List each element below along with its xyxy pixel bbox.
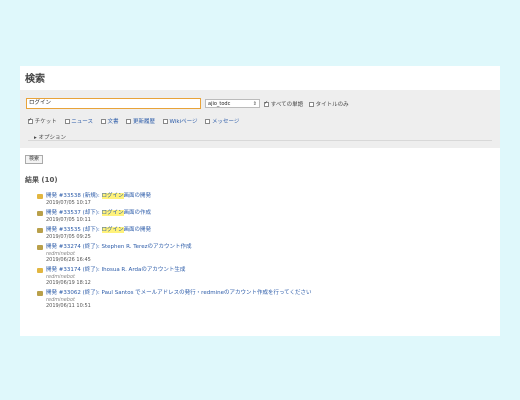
type-label: チケット — [34, 119, 57, 125]
issue-icon — [37, 194, 43, 199]
scope-select-value: ajio_todc — [208, 101, 231, 107]
page-title: 検索 — [25, 74, 45, 85]
result-highlight[interactable]: ログイン — [101, 210, 124, 216]
issue-icon — [37, 268, 43, 273]
result-title[interactable]: 開発 #33537 (却下): — [46, 210, 102, 216]
result-highlight[interactable]: ログイン — [101, 227, 124, 233]
result-date: 2019/07/05 09:25 — [46, 234, 91, 240]
type-label[interactable]: Wikiページ — [170, 119, 198, 125]
select-arrows-icon: ⇕ — [252, 101, 257, 107]
type-checkbox[interactable] — [28, 117, 33, 124]
type-filter-wiki[interactable]: Wikiページ — [162, 119, 198, 125]
result-link[interactable]: 開発 #33538 (新規): ログイン画面の開発 — [46, 193, 492, 200]
result-link[interactable]: 開発 #33174 (終了): Ihosua R. Ardaのアカウント生成 — [46, 267, 492, 274]
result-link[interactable]: 開発 #33537 (却下): ログイン画面の作成 — [46, 210, 492, 217]
all-words-checkbox[interactable] — [264, 100, 269, 107]
results-list: 開発 #33538 (新規): ログイン画面の開発 2019/07/05 10:… — [37, 193, 492, 313]
issue-icon — [37, 228, 43, 233]
search-match-options: すべての単語 タイトルのみ — [264, 100, 353, 108]
type-checkbox[interactable] — [162, 119, 168, 124]
search-page: 検索 ログイン ajio_todc ⇕ すべての単語 タイトルのみ チケット ニ… — [20, 66, 500, 336]
type-checkbox[interactable] — [64, 119, 70, 124]
results-heading: 結果 (10) — [25, 176, 58, 184]
type-filter-changesets[interactable]: 更新履歴 — [126, 119, 155, 125]
options-divider — [28, 140, 492, 141]
type-filter-messages[interactable]: メッセージ — [205, 119, 239, 125]
issue-icon — [37, 291, 43, 296]
result-item: 開発 #33274 (終了): Stephen R. Terezのアカウント作成… — [37, 244, 492, 263]
titles-only-option[interactable]: タイトルのみ — [308, 102, 349, 108]
result-title-rest[interactable]: 画面の作成 — [124, 210, 152, 216]
type-filter-documents[interactable]: 文書 — [100, 119, 119, 125]
result-date: 2019/07/05 10:11 — [46, 217, 91, 223]
search-input[interactable]: ログイン — [26, 98, 201, 109]
result-item: 開発 #33062 (終了): Paul Santos でメールアドレスの発行・… — [37, 290, 492, 309]
titles-only-label: タイトルのみ — [315, 102, 349, 108]
result-item: 開発 #33537 (却下): ログイン画面の作成 2019/07/05 10:… — [37, 210, 492, 223]
type-checkbox[interactable] — [100, 119, 106, 124]
type-checkbox[interactable] — [205, 119, 211, 124]
result-link[interactable]: 開発 #33274 (終了): Stephen R. Terezのアカウント作成 — [46, 244, 492, 251]
result-title[interactable]: 開発 #33538 (新規): — [46, 193, 102, 199]
result-item: 開発 #33538 (新規): ログイン画面の開発 2019/07/05 10:… — [37, 193, 492, 206]
result-highlight[interactable]: ログイン — [101, 193, 124, 199]
result-item: 開発 #33535 (却下): ログイン画面の開発 2019/07/05 09:… — [37, 227, 492, 240]
type-label[interactable]: 更新履歴 — [133, 119, 155, 125]
type-filter-news[interactable]: ニュース — [64, 119, 93, 125]
result-link[interactable]: 開発 #33535 (却下): ログイン画面の開発 — [46, 227, 492, 234]
result-title-rest[interactable]: 画面の開発 — [124, 227, 152, 233]
submit-button[interactable]: 検索 — [25, 155, 43, 164]
issue-icon — [37, 245, 43, 250]
result-date: 2019/07/05 10:17 — [46, 200, 91, 206]
type-filter-issues[interactable]: チケット — [28, 117, 57, 125]
result-link[interactable]: 開発 #33062 (終了): Paul Santos でメールアドレスの発行・… — [46, 290, 492, 297]
resource-type-filters: チケット ニュース 文書 更新履歴 Wikiページ メッセージ — [28, 117, 245, 125]
issue-icon — [37, 211, 43, 216]
all-words-label: すべての単語 — [270, 102, 304, 108]
result-item: 開発 #33174 (終了): Ihosua R. Ardaのアカウント生成 r… — [37, 267, 492, 286]
result-date: 2019/06/19 18:12 — [46, 280, 91, 286]
type-label[interactable]: ニュース — [71, 119, 93, 125]
result-title-rest[interactable]: 画面の開発 — [124, 193, 152, 199]
scope-select[interactable]: ajio_todc ⇕ — [205, 99, 260, 108]
type-label[interactable]: 文書 — [108, 119, 119, 125]
result-title[interactable]: 開発 #33535 (却下): — [46, 227, 102, 233]
result-date: 2019/06/11 10:51 — [46, 303, 91, 309]
result-date: 2019/06/26 16:45 — [46, 257, 91, 263]
type-checkbox[interactable] — [126, 119, 132, 124]
all-words-option[interactable]: すべての単語 — [264, 100, 304, 108]
search-form: ログイン ajio_todc ⇕ すべての単語 タイトルのみ チケット ニュース… — [20, 90, 500, 148]
titles-only-checkbox[interactable] — [308, 102, 314, 107]
type-label[interactable]: メッセージ — [212, 119, 239, 125]
